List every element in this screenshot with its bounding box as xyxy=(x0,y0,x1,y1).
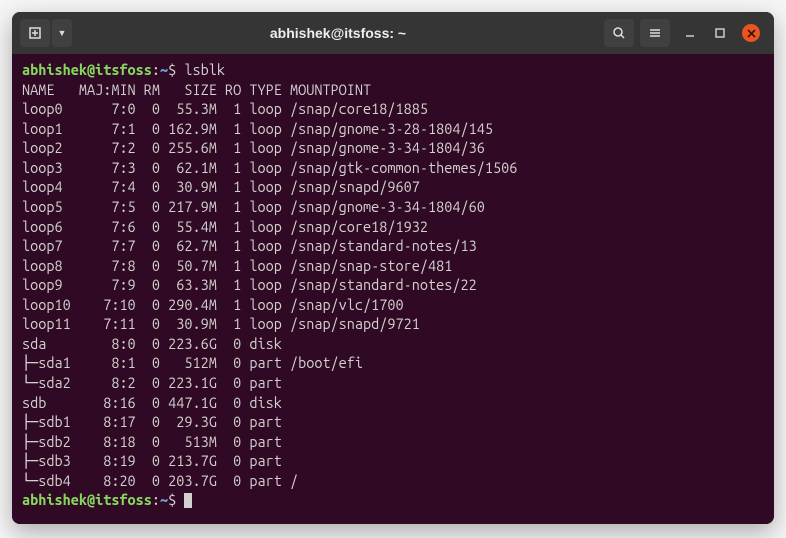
prompt-sep2: $ xyxy=(168,61,184,78)
menu-button[interactable] xyxy=(640,19,670,47)
close-button[interactable] xyxy=(742,24,760,42)
prompt2-userhost: abhishek@itsfoss xyxy=(22,491,152,508)
new-tab-icon xyxy=(28,26,42,40)
minimize-button[interactable] xyxy=(682,25,698,41)
prompt2-sep1: : xyxy=(152,491,160,508)
hamburger-icon xyxy=(648,26,662,40)
tab-dropdown-button[interactable]: ▼ xyxy=(52,19,72,47)
maximize-button[interactable] xyxy=(712,25,728,41)
lsblk-output: NAME MAJ:MIN RM SIZE RO TYPE MOUNTPOINT … xyxy=(22,81,517,489)
window-title: abhishek@itsfoss: ~ xyxy=(78,25,598,41)
command-text: lsblk xyxy=(184,61,225,78)
cursor xyxy=(184,493,192,508)
window-controls xyxy=(676,24,766,42)
prompt-sep1: : xyxy=(152,61,160,78)
prompt-userhost: abhishek@itsfoss xyxy=(22,61,152,78)
prompt-path: ~ xyxy=(160,61,168,78)
terminal-body[interactable]: abhishek@itsfoss:~$ lsblk NAME MAJ:MIN R… xyxy=(12,54,774,524)
search-icon xyxy=(612,26,626,40)
chevron-down-icon: ▼ xyxy=(58,28,67,38)
prompt2-path: ~ xyxy=(160,491,168,508)
new-tab-group: ▼ xyxy=(20,19,72,47)
maximize-icon xyxy=(715,28,725,38)
close-icon xyxy=(747,29,756,38)
terminal-window: ▼ abhishek@itsfoss: ~ abhishek@itsfoss:~… xyxy=(12,12,774,524)
titlebar: ▼ abhishek@itsfoss: ~ xyxy=(12,12,774,54)
search-button[interactable] xyxy=(604,19,634,47)
minimize-icon xyxy=(685,28,695,38)
prompt2-sep2: $ xyxy=(168,491,184,508)
new-tab-button[interactable] xyxy=(20,19,50,47)
